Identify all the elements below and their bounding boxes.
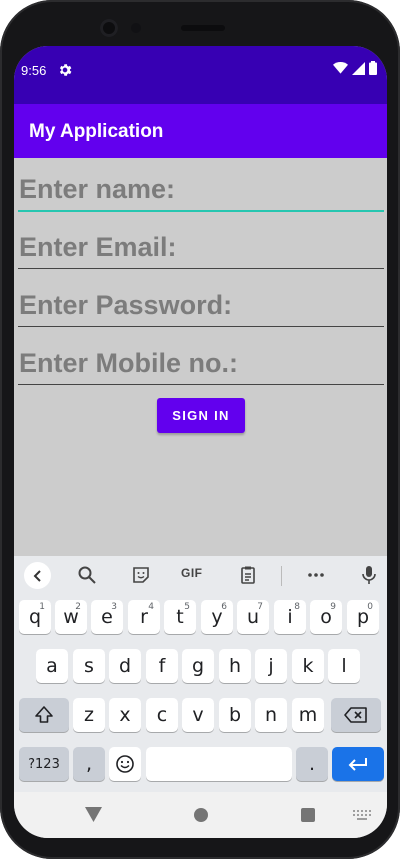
status-icons [333, 61, 377, 75]
key-f[interactable]: f [146, 649, 178, 683]
backspace-key[interactable] [331, 698, 381, 732]
key-k[interactable]: k [292, 649, 324, 683]
keyboard-toolbar: GIF [14, 556, 387, 594]
password-placeholder: Enter Password: [19, 290, 233, 320]
status-bar: 9:56 [14, 46, 387, 104]
app-bar: My Application [14, 104, 387, 158]
name-field[interactable]: Enter name: [18, 164, 384, 212]
device-screen: 9:56 My Application Enter name: Enter Em… [14, 46, 387, 838]
key-a[interactable]: a [36, 649, 68, 683]
search-icon[interactable] [77, 565, 97, 585]
mobile-placeholder: Enter Mobile no.: [19, 348, 238, 378]
key-m[interactable]: m [292, 698, 324, 732]
app-title: My Application [29, 121, 164, 142]
backspace-icon [344, 707, 367, 723]
key-h[interactable]: h [219, 649, 251, 683]
gif-button[interactable]: GIF [181, 566, 203, 580]
earpiece-speaker [181, 25, 225, 31]
key-n[interactable]: n [255, 698, 287, 732]
shift-key[interactable] [19, 698, 69, 732]
key-b[interactable]: b [219, 698, 251, 732]
key-y[interactable]: 6y [201, 600, 233, 634]
space-key[interactable] [146, 747, 292, 781]
battery-icon [369, 61, 377, 75]
enter-key[interactable] [332, 747, 384, 781]
form-content: Enter name: Enter Email: Enter Password:… [14, 158, 387, 556]
nav-back-icon[interactable] [85, 807, 102, 822]
symbols-key[interactable]: ?123 [19, 747, 69, 781]
key-o[interactable]: 9o [310, 600, 342, 634]
gear-icon [59, 64, 72, 76]
toolbar-divider [281, 566, 282, 586]
proximity-sensor [131, 23, 141, 33]
toolbar-collapse-button[interactable] [24, 562, 51, 589]
email-placeholder: Enter Email: [19, 232, 177, 262]
key-r[interactable]: 4r [128, 600, 160, 634]
key-i[interactable]: 8i [274, 600, 306, 634]
nav-home-icon[interactable] [194, 808, 208, 822]
key-s[interactable]: s [73, 649, 105, 683]
chevron-left-icon [33, 569, 41, 582]
name-placeholder: Enter name: [19, 174, 176, 204]
key-d[interactable]: d [109, 649, 141, 683]
key-g[interactable]: g [182, 649, 214, 683]
navigation-bar [14, 792, 387, 838]
front-camera [100, 19, 118, 37]
enter-icon [348, 758, 367, 771]
sticker-icon[interactable] [131, 565, 151, 585]
shift-icon [35, 706, 53, 723]
phone-frame: 9:56 My Application Enter name: Enter Em… [0, 0, 400, 859]
key-w[interactable]: 2w [55, 600, 87, 634]
key-e[interactable]: 3e [91, 600, 123, 634]
wifi-icon [333, 62, 348, 74]
emoji-icon [116, 755, 134, 773]
key-x[interactable]: x [109, 698, 141, 732]
keyboard-switch-icon[interactable] [353, 810, 371, 820]
signal-icon [352, 61, 365, 75]
microphone-icon[interactable] [359, 565, 379, 585]
key-z[interactable]: z [73, 698, 105, 732]
key-j[interactable]: j [255, 649, 287, 683]
key-v[interactable]: v [182, 698, 214, 732]
clipboard-icon[interactable] [238, 565, 258, 585]
more-icon[interactable] [306, 565, 326, 585]
key-c[interactable]: c [146, 698, 178, 732]
soft-keyboard: GIF 1q 2w 3e 4r 5 t 6 y 7 u 8 i 9 o 0 p … [14, 556, 387, 792]
key-l[interactable]: l [328, 649, 360, 683]
password-field[interactable]: Enter Password: [18, 280, 384, 327]
comma-key[interactable]: , [73, 747, 105, 781]
mobile-field[interactable]: Enter Mobile no.: [18, 338, 384, 385]
status-time: 9:56 [21, 63, 47, 78]
nav-recents-icon[interactable] [301, 808, 315, 822]
key-u[interactable]: 7u [237, 600, 269, 634]
key-p[interactable]: 0p [347, 600, 379, 634]
email-field[interactable]: Enter Email: [18, 222, 384, 269]
sign-in-button[interactable]: SIGN IN [157, 398, 245, 433]
key-t[interactable]: 5t [164, 600, 196, 634]
key-q[interactable]: 1q [19, 600, 51, 634]
emoji-key[interactable] [109, 747, 141, 781]
period-key[interactable]: . [296, 747, 328, 781]
